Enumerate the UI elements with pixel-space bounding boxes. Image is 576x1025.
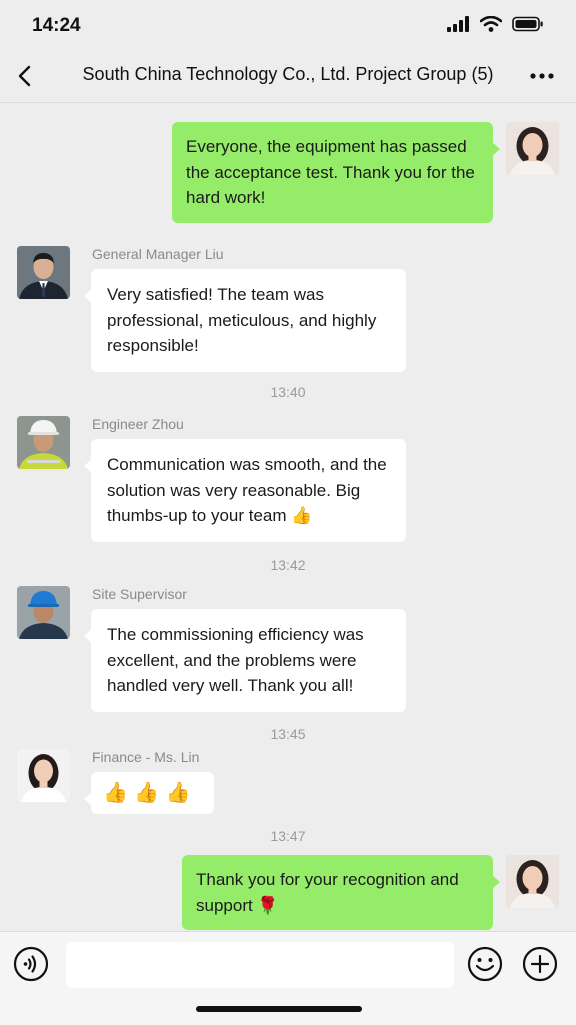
timestamp: 13:40 [270,384,306,400]
message-bubble-incoming[interactable]: The commissioning efficiency was excelle… [84,609,406,712]
more-dots-icon[interactable] [528,64,556,88]
chevron-left-icon[interactable] [12,62,40,90]
my-avatar[interactable] [506,122,559,175]
timestamp: 13:47 [270,828,306,844]
message-bubble-incoming[interactable]: 👍 👍 👍 [84,772,214,814]
emoji-icon[interactable] [467,946,503,982]
avatar[interactable] [17,749,70,802]
signal-icon [447,16,469,32]
message-input[interactable] [66,942,454,988]
message-bubble-outgoing[interactable]: Everyone, the equipment has passed the a… [172,122,500,223]
wifi-icon [480,16,502,32]
status-time: 14:24 [32,15,81,36]
my-avatar[interactable] [506,855,559,908]
input-bar [0,931,576,1025]
timestamp: 13:42 [270,557,306,573]
status-bar: 14:24 [0,0,576,50]
nav-bar: South China Technology Co., Ltd. Project… [0,50,576,103]
avatar[interactable] [17,416,70,469]
avatar[interactable] [17,586,70,639]
voice-icon[interactable] [13,946,49,982]
chat-title: South China Technology Co., Ltd. Project… [82,64,494,84]
sender-name: Finance - Ms. Lin [92,749,200,765]
sender-name: General Manager Liu [92,246,224,262]
message-bubble-incoming[interactable]: Communication was smooth, and the soluti… [84,439,406,542]
chat-messages[interactable]: Everyone, the equipment has passed the a… [0,103,576,931]
message-bubble-outgoing[interactable]: Thank you for your recognition and suppo… [182,855,500,930]
timestamp: 13:45 [270,726,306,742]
message-bubble-incoming[interactable]: Very satisfied! The team was professiona… [84,269,406,372]
sender-name: Site Supervisor [92,586,187,602]
home-indicator [196,1006,362,1012]
plus-icon[interactable] [522,946,558,982]
battery-icon [512,16,543,32]
avatar[interactable] [17,246,70,299]
status-icons [446,16,544,32]
sender-name: Engineer Zhou [92,416,184,432]
